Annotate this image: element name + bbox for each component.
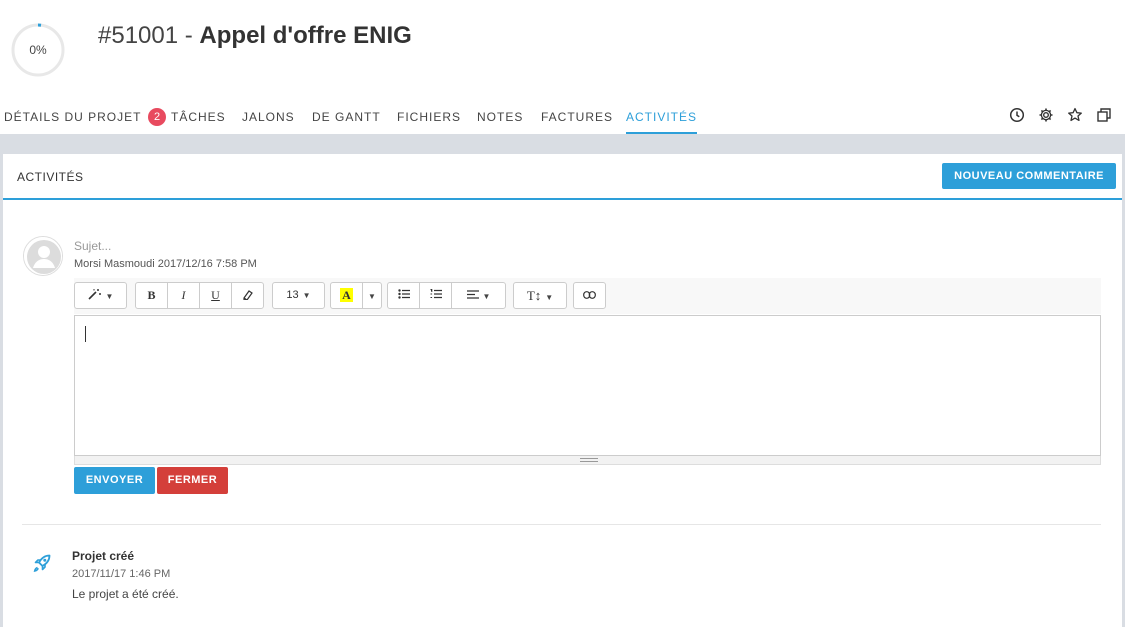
tab-notes[interactable]: NOTES: [477, 100, 523, 134]
magic-wand-icon: [87, 289, 101, 300]
tab-label: TÂCHES: [171, 110, 226, 124]
title-separator: -: [178, 22, 200, 49]
tab-gantt[interactable]: DE GANTT: [312, 100, 381, 134]
text-cursor: [85, 326, 86, 342]
bold-button[interactable]: B: [135, 282, 168, 309]
tab-tools: [1009, 107, 1119, 125]
progress-ring: 0%: [11, 23, 65, 77]
tab-invoices[interactable]: FACTURES: [541, 100, 613, 134]
text-height-dropdown[interactable]: T↕ ▼: [513, 282, 567, 309]
page-title: #51001 - Appel d'offre ENIG: [98, 22, 412, 50]
star-icon[interactable]: [1067, 107, 1085, 125]
tab-label: JALONS: [242, 110, 295, 124]
align-dropdown[interactable]: ▼: [451, 282, 506, 309]
tab-files[interactable]: FICHIERS: [397, 100, 461, 134]
project-number: #51001: [98, 22, 179, 49]
ordered-list-icon: [430, 289, 442, 299]
activity-date: 2017/11/17 1:46 PM: [72, 568, 171, 580]
project-name: Appel d'offre ENIG: [199, 22, 412, 49]
progress-percent: 0%: [29, 43, 47, 57]
link-icon: [583, 291, 596, 299]
copy-icon[interactable]: [1096, 107, 1114, 125]
close-button[interactable]: FERMER: [157, 467, 228, 494]
tab-project-details[interactable]: DÉTAILS DU PROJET: [4, 100, 141, 134]
project-header: 0% #51001 - Appel d'offre ENIG: [0, 0, 1125, 100]
avatar: [23, 236, 63, 276]
editor-toolbar: ▼ B I U 13 ▼ A ▼ ▼ T↕ ▼: [74, 278, 1101, 314]
comment-author: Morsi Masmoudi: [74, 258, 155, 270]
unordered-list-icon: [397, 289, 410, 299]
activity-title: Projet créé: [72, 549, 135, 563]
eraser-button[interactable]: [231, 282, 264, 309]
resize-grip-icon: [580, 458, 598, 462]
tab-label: DÉTAILS DU PROJET: [4, 110, 142, 124]
tab-label: FICHIERS: [397, 110, 462, 124]
activities-panel: ACTIVITÉS NOUVEAU COMMENTAIRE Sujet... M…: [3, 154, 1122, 627]
eraser-icon: [243, 290, 253, 301]
align-left-icon: [466, 290, 479, 299]
italic-button[interactable]: I: [167, 282, 200, 309]
send-button[interactable]: ENVOYER: [74, 467, 155, 494]
activity-text: Le projet a été créé.: [72, 587, 179, 601]
tab-label: DE GANTT: [312, 110, 381, 124]
subject-input[interactable]: Sujet...: [74, 239, 111, 253]
highlight-color-button[interactable]: A: [330, 282, 363, 309]
font-size-value: 13: [286, 289, 299, 301]
text-height-icon: T↕: [526, 288, 542, 303]
tab-label: ACTIVITÉS: [626, 110, 698, 124]
comment-editor[interactable]: [74, 315, 1101, 456]
divider: [22, 524, 1101, 525]
clock-icon[interactable]: [1009, 107, 1027, 125]
comment-date: 2017/12/16 7:58 PM: [157, 258, 257, 270]
comment-meta: Morsi Masmoudi 2017/12/16 7:58 PM: [74, 258, 257, 270]
rocket-icon: [31, 552, 53, 574]
underline-button[interactable]: U: [199, 282, 232, 309]
gear-icon[interactable]: [1038, 107, 1056, 125]
new-comment-button[interactable]: NOUVEAU COMMENTAIRE: [942, 163, 1116, 189]
unordered-list-button[interactable]: [387, 282, 420, 309]
panel-title: ACTIVITÉS: [17, 170, 84, 184]
tab-activities[interactable]: ACTIVITÉS: [626, 100, 698, 134]
tab-label: FACTURES: [541, 110, 614, 124]
highlight-a-icon: A: [340, 288, 353, 302]
project-tabs: DÉTAILS DU PROJET 2 TÂCHES JALONS DE GANT…: [0, 100, 1125, 134]
link-button[interactable]: [573, 282, 606, 309]
editor-resize-handle[interactable]: [74, 456, 1101, 465]
tab-tasks[interactable]: 2 TÂCHES: [148, 100, 226, 134]
color-dropdown-toggle[interactable]: ▼: [362, 282, 382, 309]
font-size-dropdown[interactable]: 13 ▼: [272, 282, 325, 309]
panel-header: ACTIVITÉS NOUVEAU COMMENTAIRE: [3, 154, 1122, 200]
ordered-list-button[interactable]: [419, 282, 452, 309]
tasks-count-badge: 2: [148, 108, 166, 126]
style-dropdown-button[interactable]: ▼: [74, 282, 127, 309]
tab-label: NOTES: [477, 110, 524, 124]
tab-milestones[interactable]: JALONS: [242, 100, 295, 134]
